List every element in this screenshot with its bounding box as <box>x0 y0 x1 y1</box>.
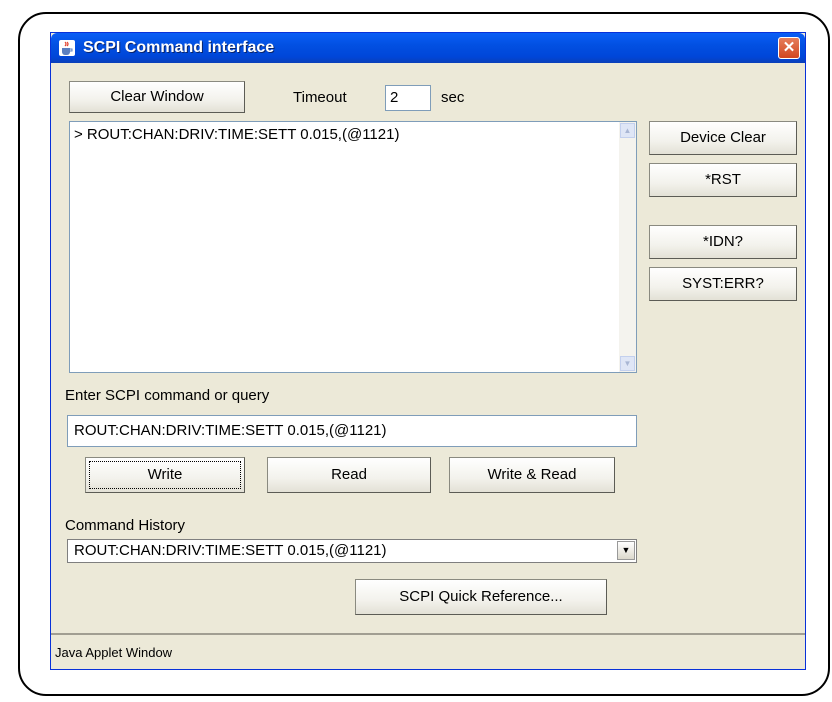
status-bar: Java Applet Window <box>51 633 805 669</box>
output-line: > ROUT:CHAN:DRIV:TIME:SETT 0.015,(@1121) <box>74 126 400 143</box>
scroll-down-icon[interactable]: ▼ <box>620 356 635 371</box>
output-textarea[interactable]: > ROUT:CHAN:DRIV:TIME:SETT 0.015,(@1121)… <box>69 121 637 373</box>
device-clear-button[interactable]: Device Clear <box>649 121 797 155</box>
clear-window-button[interactable]: Clear Window <box>69 81 245 113</box>
status-text: Java Applet Window <box>55 645 173 660</box>
read-button[interactable]: Read <box>267 457 431 493</box>
scpi-window: SCPI Command interface ✕ Clear Window Ti… <box>50 32 806 670</box>
syst-err-button[interactable]: SYST:ERR? <box>649 267 797 301</box>
idn-button[interactable]: *IDN? <box>649 225 797 259</box>
timeout-unit: sec <box>441 89 465 106</box>
history-selected-value: ROUT:CHAN:DRIV:TIME:SETT 0.015,(@1121) <box>74 542 387 559</box>
java-cup-icon <box>59 40 75 56</box>
close-icon: ✕ <box>782 39 796 56</box>
command-input[interactable]: ROUT:CHAN:DRIV:TIME:SETT 0.015,(@1121) <box>67 415 637 447</box>
scpi-quick-reference-button[interactable]: SCPI Quick Reference... <box>355 579 607 615</box>
chevron-down-icon[interactable]: ▼ <box>617 541 635 560</box>
write-button[interactable]: Write <box>85 457 245 493</box>
output-scrollbar[interactable]: ▲ ▼ <box>619 122 636 372</box>
title-bar[interactable]: SCPI Command interface ✕ <box>51 33 805 63</box>
history-dropdown[interactable]: ROUT:CHAN:DRIV:TIME:SETT 0.015,(@1121) ▼ <box>67 539 637 563</box>
timeout-label: Timeout <box>293 89 347 106</box>
timeout-input[interactable]: 2 <box>385 85 431 111</box>
history-label: Command History <box>65 517 186 534</box>
scroll-up-icon[interactable]: ▲ <box>620 123 635 138</box>
window-title: SCPI Command interface <box>83 39 275 56</box>
rst-button[interactable]: *RST <box>649 163 797 197</box>
close-button[interactable]: ✕ <box>778 37 800 59</box>
write-read-button[interactable]: Write & Read <box>449 457 615 493</box>
command-label: Enter SCPI command or query <box>65 387 270 404</box>
